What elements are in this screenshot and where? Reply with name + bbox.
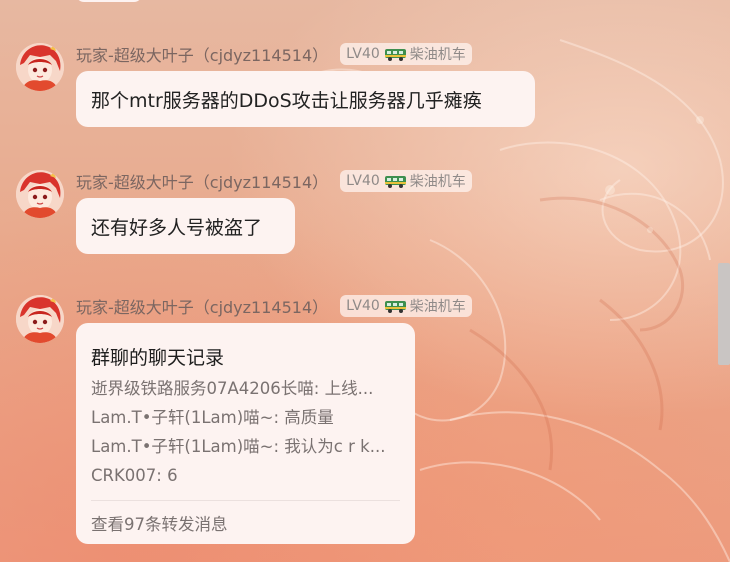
message-text: 那个mtr服务器的DDoS攻击让服务器几乎瘫痪 (91, 90, 482, 112)
forwarded-card-title: 群聊的聊天记录 (91, 347, 225, 369)
previous-message-bubble (76, 0, 142, 2)
anime-avatar-icon[interactable] (16, 295, 64, 343)
sender-name[interactable]: 玩家-超级大叶子（cjdyz114514） (76, 294, 328, 318)
title-badge-text: 柴油机车 (409, 299, 466, 315)
title-badge-text: 柴油机车 (409, 47, 466, 63)
level-badge: LV40 柴油机车 (340, 295, 472, 317)
forwarded-chat-card[interactable]: 群聊的聊天记录 逝界级铁路服务07A4206长喵: 上线... Lam.T•子轩… (76, 323, 415, 544)
anime-avatar-icon[interactable] (16, 170, 64, 218)
message-bubble[interactable]: 还有好多人号被盗了 (76, 198, 295, 254)
message-bubble[interactable]: 那个mtr服务器的DDoS攻击让服务器几乎瘫痪 (76, 71, 535, 127)
level-badge: LV40 柴油机车 (340, 170, 472, 192)
title-badge-text: 柴油机车 (409, 174, 466, 190)
card-divider (91, 500, 400, 501)
train-icon (384, 176, 406, 188)
anime-avatar-icon[interactable] (16, 43, 64, 91)
train-icon (384, 301, 406, 313)
sender-name[interactable]: 玩家-超级大叶子（cjdyz114514） (76, 169, 328, 193)
level-text: LV40 (346, 46, 380, 62)
view-forwarded-messages-link[interactable]: 查看97条转发消息 (91, 511, 228, 535)
message-text: 还有好多人号被盗了 (91, 217, 263, 239)
level-text: LV40 (346, 173, 380, 189)
sender-name[interactable]: 玩家-超级大叶子（cjdyz114514） (76, 42, 328, 66)
forwarded-preview-line: 逝界级铁路服务07A4206长喵: 上线... (91, 379, 374, 398)
scrollbar-thumb[interactable] (718, 263, 730, 365)
forwarded-preview-line: CRK007: 6 (91, 466, 178, 485)
level-badge: LV40 柴油机车 (340, 43, 472, 65)
level-text: LV40 (346, 298, 380, 314)
train-icon (384, 49, 406, 61)
forwarded-preview-list: 逝界级铁路服务07A4206长喵: 上线... Lam.T•子轩(1Lam)喵~… (91, 378, 385, 494)
forwarded-preview-line: Lam.T•子轩(1Lam)喵~: 高质量 (91, 408, 334, 427)
forwarded-preview-line: Lam.T•子轩(1Lam)喵~: 我认为c r k... (91, 437, 386, 456)
